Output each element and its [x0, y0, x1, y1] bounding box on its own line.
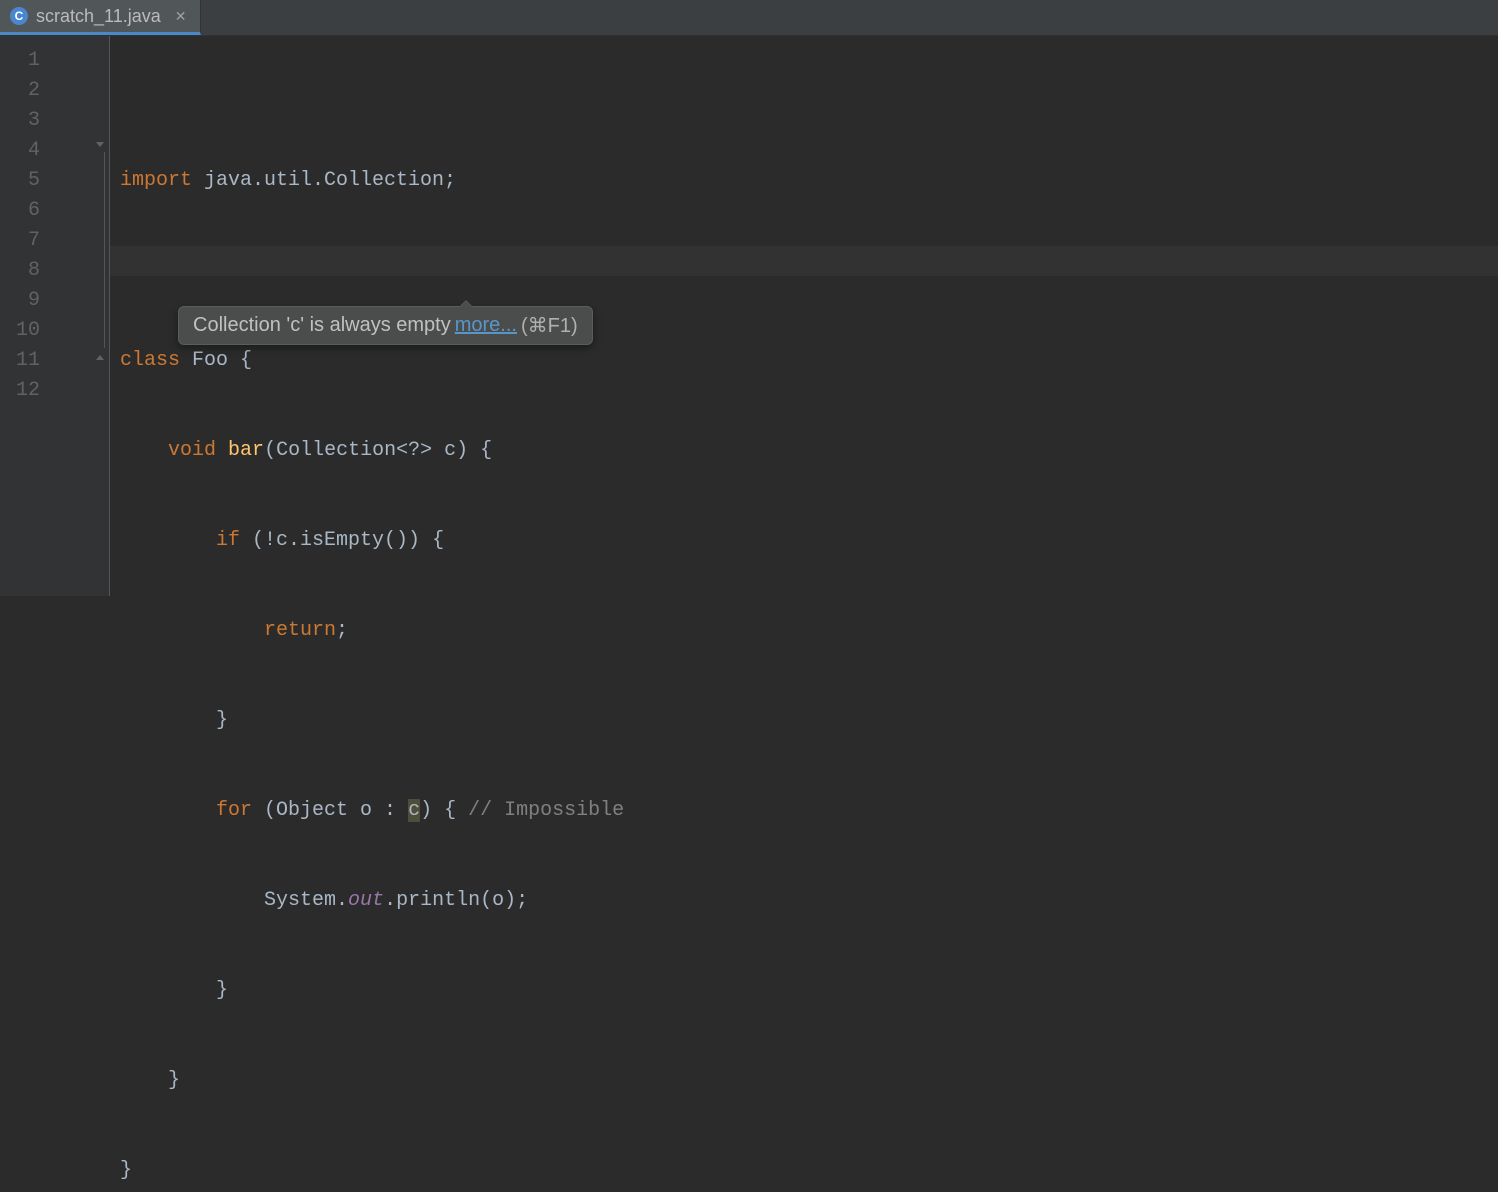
line-number: 4 — [0, 136, 40, 166]
fold-expand-icon[interactable] — [94, 350, 106, 362]
file-tab[interactable]: C scratch_11.java ✕ — [0, 0, 201, 35]
code-line: if (!c.isEmpty()) { — [120, 526, 1498, 556]
line-number: 7 — [0, 226, 40, 256]
code-line: } — [120, 1066, 1498, 1096]
line-number: 3 — [0, 106, 40, 136]
tab-filename: scratch_11.java — [36, 6, 161, 27]
code-line: } — [120, 976, 1498, 1006]
tab-bar: C scratch_11.java ✕ — [0, 0, 1498, 36]
line-number: 1 — [0, 46, 40, 76]
warning-highlight[interactable]: c — [408, 799, 420, 822]
line-number: 10 — [0, 316, 40, 346]
line-number: 5 — [0, 166, 40, 196]
tooltip-shortcut: (⌘F1) — [521, 313, 578, 338]
tooltip-message: Collection 'c' is always empty — [193, 314, 451, 337]
code-line: class Foo { — [120, 346, 1498, 376]
fold-guide-line — [104, 152, 105, 348]
fold-gutter — [50, 36, 110, 596]
code-line — [120, 256, 1498, 286]
line-number: 9 — [0, 286, 40, 316]
code-line: } — [120, 706, 1498, 736]
tooltip-arrow-icon — [459, 300, 473, 307]
line-number-gutter: 1 2 3 4 5 6 7 8 9 10 11 12 — [0, 36, 50, 596]
close-icon[interactable]: ✕ — [175, 8, 187, 25]
code-line: System.out.println(o); — [120, 886, 1498, 916]
inspection-tooltip: Collection 'c' is always empty more... (… — [178, 306, 593, 345]
code-line: for (Object o : c) { // Impossible — [120, 796, 1498, 826]
line-number: 12 — [0, 376, 40, 406]
code-line: } — [120, 1156, 1498, 1186]
line-number: 2 — [0, 76, 40, 106]
line-number: 8 — [0, 256, 40, 286]
class-file-icon: C — [10, 7, 28, 25]
code-line: return; — [120, 616, 1498, 646]
code-line: import java.util.Collection; — [120, 166, 1498, 196]
code-line: void bar(Collection<?> c) { — [120, 436, 1498, 466]
line-number: 11 — [0, 346, 40, 376]
fold-collapse-icon[interactable] — [94, 140, 106, 152]
tooltip-more-link[interactable]: more... — [455, 314, 517, 337]
line-number: 6 — [0, 196, 40, 226]
